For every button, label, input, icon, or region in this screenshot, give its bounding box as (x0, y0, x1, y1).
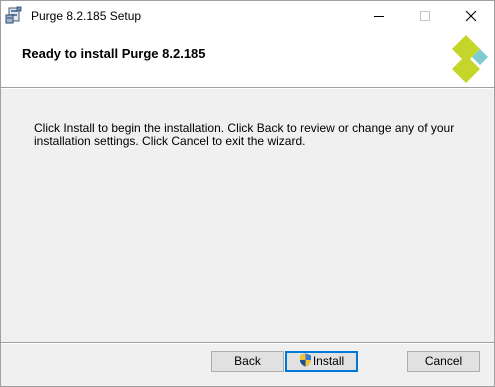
banner-divider-highlight (1, 88, 494, 89)
setup-window: Purge 8.2.185 Setup Ready to install Pur… (0, 0, 495, 387)
footer-divider-highlight (1, 343, 494, 344)
diamond-logo-icon (450, 33, 490, 83)
maximize-button[interactable] (402, 1, 448, 31)
maximize-icon (420, 11, 430, 21)
cancel-button-label: Cancel (424, 354, 463, 368)
close-icon (465, 10, 477, 22)
window-title: Purge 8.2.185 Setup (31, 9, 142, 23)
page-title: Ready to install Purge 8.2.185 (22, 46, 206, 61)
close-button[interactable] (448, 1, 494, 31)
back-button-label: Back (234, 354, 261, 368)
header-banner: Ready to install Purge 8.2.185 (1, 31, 494, 87)
cancel-button[interactable]: Cancel (407, 351, 480, 372)
install-button[interactable]: Install (285, 351, 358, 372)
title-bar[interactable]: Purge 8.2.185 Setup (1, 1, 494, 31)
install-button-label: Install (312, 354, 345, 368)
uac-shield-icon (299, 353, 312, 367)
minimize-icon (374, 16, 384, 17)
installer-package-icon (5, 6, 23, 24)
minimize-button[interactable] (356, 1, 402, 31)
instructions-text: Click Install to begin the installation.… (34, 121, 455, 148)
back-button[interactable]: Back (211, 351, 284, 372)
